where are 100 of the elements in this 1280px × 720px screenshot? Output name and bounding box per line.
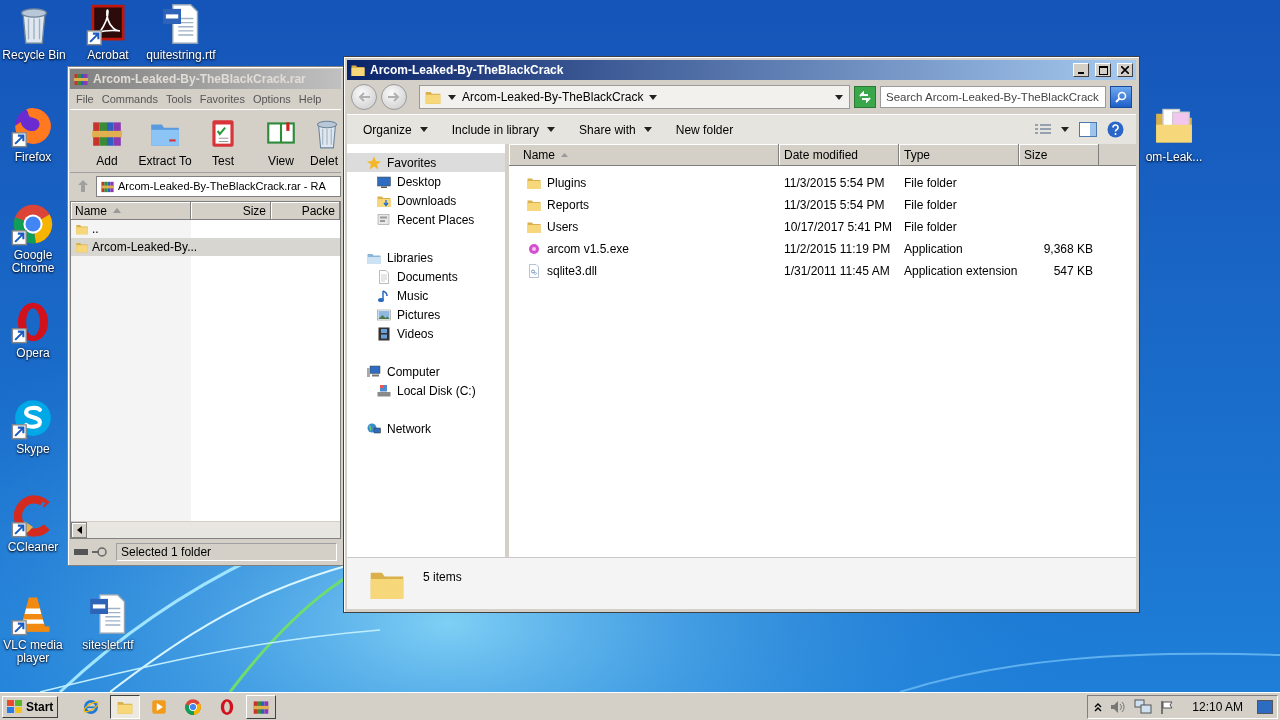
refresh-button[interactable] xyxy=(854,86,876,108)
icon-label[interactable]: om-Leak... xyxy=(1145,151,1203,164)
nav-item[interactable]: Pictures xyxy=(347,305,505,324)
toolbar-button[interactable]: Extract To xyxy=(136,116,194,168)
icon-label[interactable]: Acrobat xyxy=(87,49,129,62)
caret-icon xyxy=(448,94,456,100)
flag-icon[interactable] xyxy=(1160,699,1175,714)
file-name[interactable]: Users xyxy=(509,219,779,235)
windows-logo-icon xyxy=(7,699,23,714)
file-name[interactable]: Plugins xyxy=(509,175,779,191)
address-field[interactable]: Arcom-Leaked-By-TheBlackCrack.rar - RA xyxy=(96,175,341,197)
sort-arrow-icon xyxy=(561,152,568,157)
search-button[interactable] xyxy=(1110,86,1132,108)
menu-item[interactable]: Options xyxy=(252,93,291,105)
clock-text[interactable]: 12:10 AM xyxy=(1192,699,1243,714)
nav-item[interactable]: Network xyxy=(347,419,505,438)
menu-item[interactable]: Commands xyxy=(101,93,158,105)
file-row[interactable]: Arcom-Leaked-By... xyxy=(71,238,340,256)
caret-icon xyxy=(649,94,658,100)
chevron-up-icon[interactable] xyxy=(1094,701,1103,712)
maximize-button[interactable] xyxy=(1095,63,1111,77)
search-icon xyxy=(1115,91,1127,103)
date-cell-text: 11/3/2015 5:54 PM xyxy=(783,176,886,190)
nav-item[interactable]: Favorites xyxy=(347,153,505,172)
monitor-icon xyxy=(376,173,392,190)
file-row[interactable]: .. xyxy=(71,220,340,238)
drive-icon xyxy=(74,546,110,558)
column-header[interactable]: Name xyxy=(509,144,779,166)
menu-item[interactable]: Favorites xyxy=(199,93,245,105)
icon-label[interactable]: Skype xyxy=(16,443,50,456)
menu-item[interactable]: File xyxy=(76,93,94,105)
command-button[interactable]: New folder xyxy=(667,117,742,142)
speaker-icon[interactable] xyxy=(1110,699,1127,714)
date-cell-text: 11/2/2015 11:19 PM xyxy=(783,242,892,256)
nav-item[interactable]: Videos xyxy=(347,324,505,343)
address-bar[interactable]: Arcom-Leaked-By-TheBlackCrack xyxy=(419,85,850,109)
browser-icon xyxy=(82,697,101,716)
nav-item[interactable]: Documents xyxy=(347,267,505,286)
nav-item[interactable]: Recent Places xyxy=(347,210,505,229)
command-button[interactable]: Include in library xyxy=(443,117,564,142)
minimize-button[interactable] xyxy=(1073,63,1089,77)
close-icon xyxy=(1121,66,1129,74)
close-button[interactable] xyxy=(1117,63,1133,77)
toolbar-button[interactable]: Add xyxy=(78,116,136,168)
column-header[interactable]: Name xyxy=(71,202,191,220)
icon-label[interactable]: CCleaner xyxy=(7,541,59,554)
disk-drive-icon xyxy=(376,382,392,399)
maximize-icon xyxy=(1098,65,1108,75)
file-name[interactable]: sqlite3.dll xyxy=(509,263,779,279)
caret-icon xyxy=(419,127,428,132)
nav-item[interactable]: Desktop xyxy=(347,172,505,191)
toolbar-button[interactable]: View xyxy=(252,116,310,168)
caret-icon xyxy=(547,127,556,132)
start-button[interactable]: Start xyxy=(2,695,59,718)
caret-icon xyxy=(835,94,843,100)
type-cell-text: File folder xyxy=(903,198,958,212)
size-cell-text: 9,368 KB xyxy=(1042,242,1094,256)
nav-item[interactable]: Libraries xyxy=(347,248,505,267)
network-icon[interactable] xyxy=(1134,698,1153,715)
toolbar-button[interactable]: Test xyxy=(194,116,252,168)
nav-item[interactable]: Music xyxy=(347,286,505,305)
file-name[interactable]: arcom v1.5.exe xyxy=(509,241,779,257)
toolbar-button[interactable]: Delet xyxy=(310,116,341,168)
image-icon xyxy=(376,306,392,323)
column-header[interactable]: Size xyxy=(1019,144,1099,166)
column-header[interactable]: Type xyxy=(899,144,1019,166)
status-text: Selected 1 folder xyxy=(116,543,337,561)
icon-label[interactable]: Opera xyxy=(16,347,50,360)
type-cell-text: Application extension xyxy=(903,264,1019,278)
command-button[interactable]: Organize xyxy=(355,117,436,142)
icon-label[interactable]: quitestring.rtf xyxy=(146,49,216,62)
nav-item[interactable]: Computer xyxy=(347,362,505,381)
column-header[interactable]: Packe xyxy=(271,202,340,220)
recent-places-icon xyxy=(376,211,392,228)
file-name[interactable]: Reports xyxy=(509,197,779,213)
window-title: Arcom-Leaked-By-TheBlackCrack xyxy=(370,63,565,77)
type-cell-text: Application xyxy=(903,242,964,256)
show-desktop-icon[interactable] xyxy=(1257,699,1273,714)
icon-label[interactable]: VLC media player xyxy=(0,639,66,665)
command-button[interactable]: Share with xyxy=(571,117,660,142)
icon-label[interactable]: Google Chrome xyxy=(0,249,66,275)
folder-icon xyxy=(75,222,89,236)
icon-label[interactable]: Recycle Bin xyxy=(2,49,66,62)
taskbar-button[interactable] xyxy=(110,694,141,719)
scroll-left-button[interactable] xyxy=(71,522,87,538)
icon-label[interactable]: Firefox xyxy=(14,151,52,164)
search-field[interactable]: Search Arcom-Leaked-By-TheBlackCrack xyxy=(880,86,1106,108)
left-arrow-icon xyxy=(76,526,82,534)
folder-icon xyxy=(75,240,89,254)
column-header[interactable]: Size xyxy=(191,202,271,220)
computer-icon xyxy=(366,363,382,380)
window-title: Arcom-Leaked-By-TheBlackCrack.rar xyxy=(93,72,306,86)
menu-item[interactable]: Tools xyxy=(166,93,192,105)
column-header[interactable]: Date modified xyxy=(779,144,899,166)
type-cell-text: File folder xyxy=(903,176,958,190)
menu-item[interactable]: Help xyxy=(298,93,322,105)
forward-arrow-icon xyxy=(388,92,400,102)
caret-icon xyxy=(643,127,652,132)
nav-item[interactable]: Local Disk (C:) xyxy=(347,381,505,400)
nav-item[interactable]: Downloads xyxy=(347,191,505,210)
